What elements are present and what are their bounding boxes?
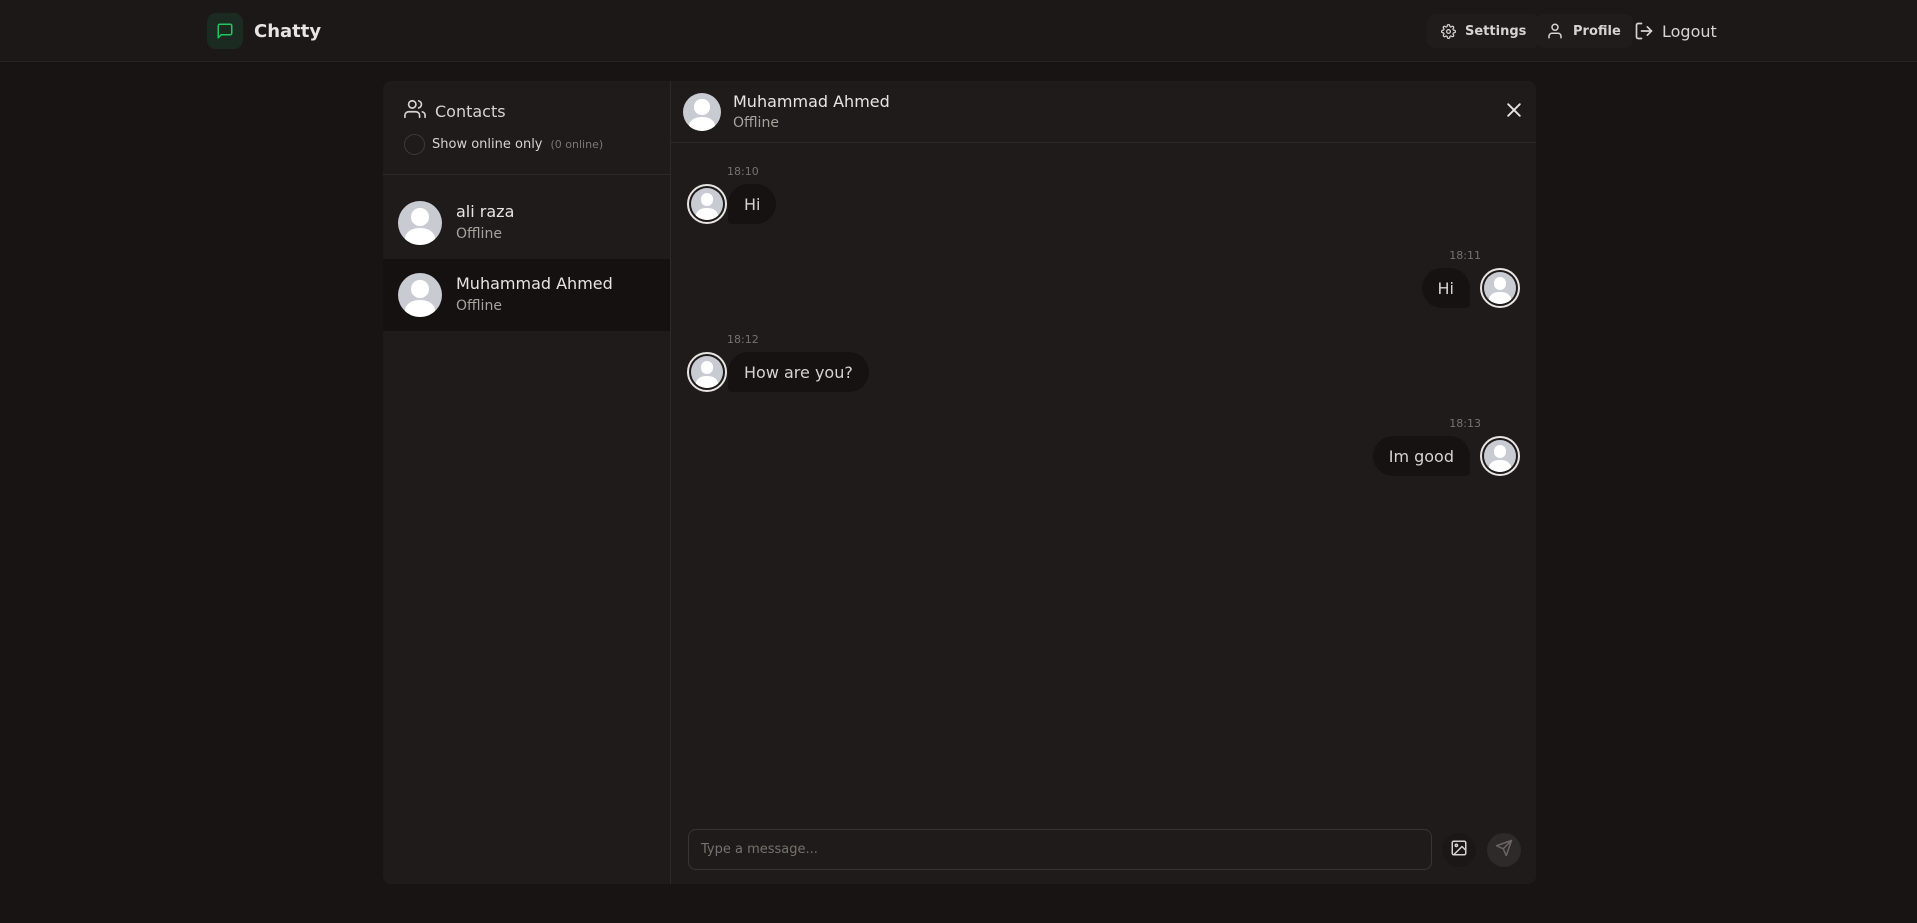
message-time: 18:11 xyxy=(1449,249,1481,262)
message-input[interactable] xyxy=(688,829,1432,870)
message-avatar xyxy=(687,184,727,224)
message-bubble: Im good xyxy=(1372,436,1470,476)
contacts-sidebar: Contacts Show online only (0 online) ali… xyxy=(383,81,671,884)
attach-image-button[interactable] xyxy=(1442,833,1476,867)
contact-name: Muhammad Ahmed xyxy=(456,274,613,293)
close-icon xyxy=(1504,100,1524,124)
message-square-icon xyxy=(207,13,243,49)
chat-contact-status: Offline xyxy=(733,115,779,131)
gear-icon xyxy=(1441,23,1456,39)
show-online-checkbox[interactable] xyxy=(404,134,425,155)
chat-container: Muhammad Ahmed Offline 18:10 Hi 18:11 Hi xyxy=(671,81,1536,884)
message-time: 18:13 xyxy=(1449,417,1481,430)
avatar xyxy=(398,273,442,317)
message-bubble: How are you? xyxy=(728,352,869,392)
logout-label: Logout xyxy=(1662,21,1717,41)
contact-status: Offline xyxy=(456,226,502,242)
send-icon xyxy=(1495,839,1513,861)
profile-button[interactable]: Profile xyxy=(1536,14,1633,48)
show-online-label: Show online only xyxy=(432,137,543,152)
avatar xyxy=(398,201,442,245)
logout-button[interactable]: Logout xyxy=(1628,14,1723,48)
send-button[interactable] xyxy=(1487,833,1521,867)
contacts-title: Contacts xyxy=(404,98,506,124)
settings-label: Settings xyxy=(1465,23,1527,39)
message-bubble: Hi xyxy=(728,184,777,224)
sidebar-header: Contacts Show online only (0 online) xyxy=(383,81,670,175)
avatar xyxy=(691,356,723,388)
message-avatar xyxy=(1480,268,1520,308)
top-navbar: Chatty Settings Profile Logout xyxy=(0,0,1917,62)
settings-button[interactable]: Settings xyxy=(1427,14,1541,48)
message-time: 18:10 xyxy=(727,165,759,178)
logout-icon xyxy=(1634,21,1654,41)
contact-item-ali-raza[interactable]: ali raza Offline xyxy=(383,187,670,259)
contact-item-muhammad-ahmed[interactable]: Muhammad Ahmed Offline xyxy=(383,259,670,331)
image-icon xyxy=(1450,839,1468,861)
contacts-heading: Contacts xyxy=(435,101,506,121)
online-count: (0 online) xyxy=(550,138,604,151)
contact-status: Offline xyxy=(456,298,502,314)
avatar xyxy=(1484,272,1516,304)
chat-panel: Contacts Show online only (0 online) ali… xyxy=(383,81,1536,884)
show-online-toggle[interactable]: Show online only (0 online) xyxy=(404,134,603,155)
chat-header: Muhammad Ahmed Offline xyxy=(671,81,1536,143)
message-bubble: Hi xyxy=(1421,268,1470,308)
message-composer xyxy=(671,829,1536,871)
avatar xyxy=(683,93,721,131)
close-chat-button[interactable] xyxy=(1502,100,1526,124)
users-icon xyxy=(404,98,426,124)
profile-label: Profile xyxy=(1573,23,1621,39)
app-name: Chatty xyxy=(254,20,322,42)
message-avatar xyxy=(1480,436,1520,476)
contact-name: ali raza xyxy=(456,202,515,221)
message-time: 18:12 xyxy=(727,333,759,346)
avatar xyxy=(691,188,723,220)
brand-link[interactable]: Chatty xyxy=(207,13,321,49)
message-avatar xyxy=(687,352,727,392)
avatar xyxy=(1484,440,1516,472)
chat-contact-name: Muhammad Ahmed xyxy=(733,92,890,111)
user-icon xyxy=(1546,22,1564,40)
